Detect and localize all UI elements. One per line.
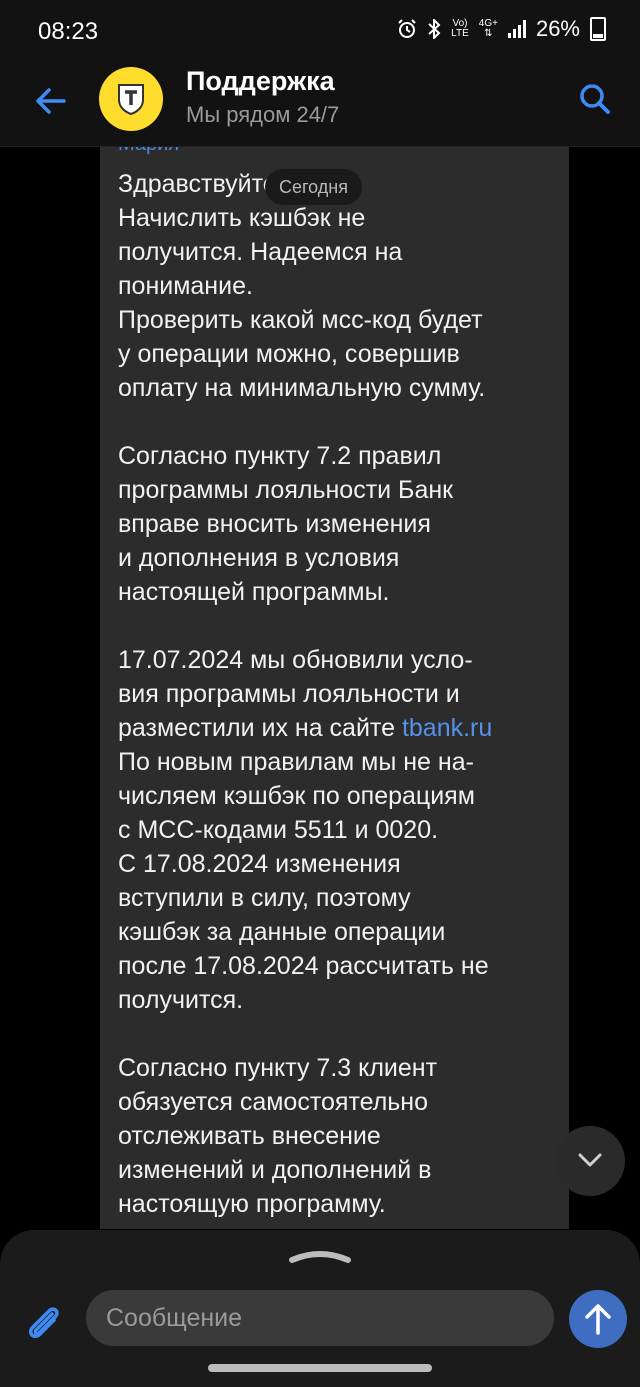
battery-percent: 26%	[535, 16, 580, 41]
message-paragraph-3-cont: По новым правилам мы не на- числяем кэшб…	[118, 748, 489, 1014]
search-icon[interactable]	[578, 82, 612, 116]
chevron-down-icon	[578, 1153, 602, 1167]
bluetooth-icon	[428, 19, 441, 39]
date-pill: Сегодня	[265, 169, 362, 205]
composer-panel	[0, 1230, 640, 1387]
status-time: 08:23	[38, 18, 99, 45]
send-button[interactable]	[569, 1290, 627, 1348]
arrow-left-icon[interactable]	[34, 84, 68, 118]
status-icons: Vo) LTE 4G+ ⇅ 26%	[397, 16, 606, 42]
alarm-icon	[398, 19, 416, 38]
message-input[interactable]	[86, 1290, 554, 1346]
gesture-bar[interactable]	[208, 1364, 432, 1372]
message-paragraph-2: Согласно пункту 7.2 правил программы лоя…	[118, 442, 454, 606]
chat-header: Поддержка Мы рядом 24/7	[0, 62, 640, 147]
data-arrows-icon: ⇅	[484, 28, 493, 39]
scroll-down-button[interactable]	[555, 1126, 625, 1196]
message-sender: Мария	[118, 147, 179, 156]
paperclip-icon[interactable]	[22, 1300, 66, 1344]
chat-area[interactable]: Мария Здравствуйте! Начислить кэшбэк не …	[0, 147, 640, 1230]
battery-icon	[590, 17, 606, 41]
signal-icon	[507, 20, 526, 38]
message-text: Здравствуйте! Начислить кэшбэк не получи…	[118, 167, 558, 1221]
chat-subtitle: Мы рядом 24/7	[186, 102, 340, 127]
message-paragraph-4: Согласно пункту 7.3 клиент обязуется сам…	[118, 1054, 438, 1218]
volte-indicator: Vo) LTE	[451, 18, 469, 39]
network-indicator: 4G+ ⇅	[478, 18, 498, 39]
arrow-up-icon	[585, 1304, 611, 1335]
chevron-up-icon[interactable]	[288, 1244, 352, 1264]
status-bar: 08:23 Vo) LTE 4G+ ⇅ 26%	[0, 0, 640, 62]
bank-logo-icon	[118, 84, 144, 115]
chat-title: Поддержка	[186, 66, 335, 96]
message-link[interactable]: tbank.ru	[402, 714, 492, 742]
avatar[interactable]	[99, 67, 163, 131]
